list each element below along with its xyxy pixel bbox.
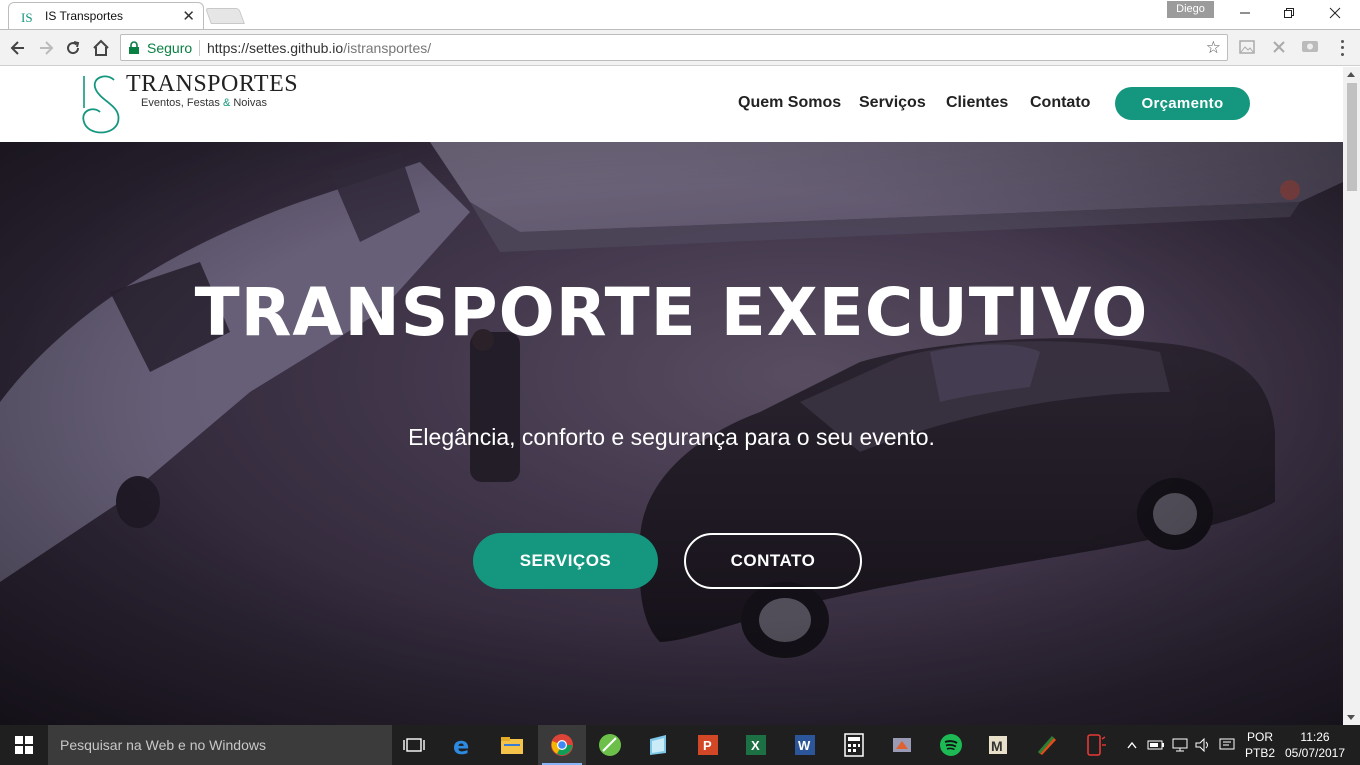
taskbar-search-placeholder: Pesquisar na Web e no Windows: [60, 737, 266, 753]
hero-subtitle: Elegância, conforto e segurança para o s…: [408, 424, 935, 450]
lang-line2: PTB2: [1244, 746, 1275, 760]
edge-icon[interactable]: e: [440, 725, 488, 765]
tray-chevron-icon[interactable]: [1124, 725, 1140, 765]
back-icon[interactable]: [7, 37, 29, 59]
app-pen-icon[interactable]: [1023, 725, 1071, 765]
security-label: Seguro: [147, 40, 193, 56]
calculator-icon[interactable]: [830, 725, 878, 765]
omnibox-separator: [199, 40, 200, 56]
logo-name[interactable]: TRANSPORTES: [126, 71, 298, 98]
url-path: /istransportes/: [343, 40, 432, 56]
excel-icon[interactable]: X: [732, 725, 780, 765]
nav-clientes[interactable]: Clientes: [946, 94, 1008, 112]
svg-text:X: X: [751, 738, 760, 753]
chrome-icon[interactable]: [538, 725, 586, 765]
site-favicon-icon: IS: [21, 10, 33, 25]
svg-text:W: W: [798, 738, 811, 753]
nav-quem-somos[interactable]: Quem Somos: [738, 94, 841, 112]
windows-taskbar: Pesquisar na Web e no Windows e P X W M: [0, 725, 1360, 765]
extension-image-icon[interactable]: [1238, 38, 1256, 56]
forward-icon[interactable]: [35, 37, 57, 59]
contato-button[interactable]: CONTATO: [684, 533, 862, 589]
lock-icon: [129, 41, 139, 54]
browser-toolbar: Seguro https://settes.github.io/istransp…: [0, 30, 1360, 66]
svg-text:M: M: [991, 738, 1003, 754]
browser-titlebar: IS IS Transportes ✕ Diego: [0, 0, 1360, 30]
url-host: https://settes.github.io: [207, 40, 344, 56]
logo-tag-part1: Eventos, Festas: [141, 97, 220, 109]
logo-tag-part2: Noivas: [233, 97, 267, 109]
page-scrollbar[interactable]: [1343, 67, 1360, 725]
logo-mark-icon[interactable]: [78, 72, 124, 136]
extension-x-icon[interactable]: [1270, 38, 1288, 56]
scroll-up-icon[interactable]: [1347, 72, 1355, 77]
logo-tagline: Eventos, Festas & Noivas: [141, 97, 267, 109]
page-viewport: TRANSPORTES Eventos, Festas & Noivas Que…: [0, 67, 1343, 725]
orcamento-button[interactable]: Orçamento: [1115, 87, 1250, 120]
windows-start-icon[interactable]: [0, 725, 48, 765]
home-icon[interactable]: [90, 37, 112, 59]
taskbar-search-input[interactable]: Pesquisar na Web e no Windows: [48, 725, 392, 765]
reload-icon[interactable]: [62, 37, 84, 59]
app-green-icon[interactable]: [586, 725, 634, 765]
url-text[interactable]: https://settes.github.io/istransportes/: [207, 40, 431, 56]
servicos-button[interactable]: SERVIÇOS: [473, 533, 658, 589]
browser-tab[interactable]: IS IS Transportes ✕: [8, 2, 204, 30]
nav-contato[interactable]: Contato: [1030, 94, 1090, 112]
spotify-icon[interactable]: [927, 725, 975, 765]
lang-line1: POR: [1246, 730, 1273, 744]
site-header: TRANSPORTES Eventos, Festas & Noivas Que…: [0, 67, 1343, 142]
extension-cast-icon[interactable]: [1301, 38, 1319, 56]
scroll-down-icon[interactable]: [1347, 715, 1355, 720]
profile-button[interactable]: Diego: [1167, 1, 1214, 18]
input-language[interactable]: POR PTB2: [1240, 729, 1280, 761]
clock-date: 05/07/2017: [1284, 746, 1346, 760]
file-explorer-icon[interactable]: [488, 725, 536, 765]
app-notes-icon[interactable]: [634, 725, 682, 765]
tray-notifications-icon[interactable]: [1217, 725, 1237, 765]
close-window-icon[interactable]: [1312, 2, 1358, 24]
svg-text:P: P: [703, 738, 712, 753]
scroll-thumb[interactable]: [1347, 83, 1357, 191]
tab-title: IS Transportes: [45, 9, 124, 23]
hero-section: TRANSPORTE EXECUTIVO Elegância, conforto…: [0, 142, 1343, 725]
powerpoint-icon[interactable]: P: [684, 725, 732, 765]
tray-network-icon[interactable]: [1170, 725, 1190, 765]
app-m-icon[interactable]: M: [975, 725, 1023, 765]
hero-title: TRANSPORTE EXECUTIVO: [194, 274, 1149, 351]
bookmark-star-icon[interactable]: ☆: [1206, 38, 1221, 58]
minimize-icon[interactable]: [1222, 2, 1268, 24]
svg-text:e: e: [453, 733, 469, 757]
browser-menu-icon[interactable]: [1334, 38, 1350, 58]
task-view-icon[interactable]: [390, 725, 438, 765]
nav-servicos[interactable]: Serviços: [859, 94, 926, 112]
restore-icon[interactable]: [1266, 2, 1312, 24]
new-tab-button[interactable]: [205, 8, 245, 24]
tray-volume-icon[interactable]: [1193, 725, 1213, 765]
address-bar[interactable]: Seguro https://settes.github.io/istransp…: [120, 34, 1228, 61]
svg-text:IS: IS: [21, 10, 33, 25]
tray-battery-icon[interactable]: [1146, 725, 1166, 765]
app-phone-icon[interactable]: [1071, 725, 1119, 765]
logo-tag-amp: &: [222, 97, 231, 109]
taskbar-clock[interactable]: 11:26 05/07/2017: [1282, 729, 1348, 761]
clock-time: 11:26: [1300, 730, 1330, 744]
app-media-icon[interactable]: [878, 725, 926, 765]
tab-close-icon[interactable]: ✕: [182, 7, 195, 25]
word-icon[interactable]: W: [781, 725, 829, 765]
